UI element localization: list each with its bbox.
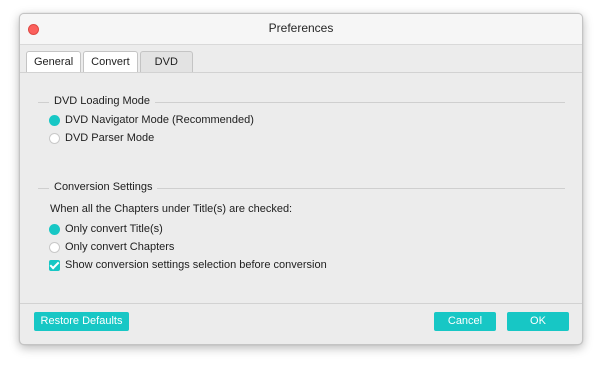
tab-bar: General Convert DVD [26,51,195,73]
tab-convert[interactable]: Convert [83,51,138,73]
conversion-title: Conversion Settings [49,181,158,193]
convert-chapters-label: Only convert Chapters [65,241,175,253]
preferences-window: Preferences General Convert DVD DVD Load… [19,13,583,345]
dvd-navigator-option[interactable]: DVD Navigator Mode (Recommended) [49,114,254,126]
tab-divider [20,72,582,73]
dvd-navigator-label: DVD Navigator Mode (Recommended) [65,114,254,126]
dvd-parser-label: DVD Parser Mode [65,132,155,144]
conversion-prompt: When all the Chapters under Title(s) are… [50,203,293,215]
checkbox-checked-icon[interactable] [49,259,60,271]
dvd-parser-option[interactable]: DVD Parser Mode [49,132,154,144]
tab-general[interactable]: General [26,51,82,73]
convert-titles-option[interactable]: Only convert Title(s) [49,223,163,235]
show-conversion-settings-option[interactable]: Show conversion settings selection befor… [49,259,327,271]
footer-divider [20,303,582,304]
radio-selected-icon[interactable] [49,114,60,126]
radio-unselected-icon[interactable] [49,132,60,144]
ok-button[interactable]: OK [507,312,569,331]
restore-defaults-button[interactable]: Restore Defaults [34,312,129,331]
title-bar: Preferences [20,14,582,45]
window-title: Preferences [268,21,334,35]
show-conversion-settings-label: Show conversion settings selection befor… [65,259,327,271]
radio-selected-icon[interactable] [49,223,60,235]
cancel-button[interactable]: Cancel [434,312,496,331]
convert-titles-label: Only convert Title(s) [65,223,163,235]
convert-chapters-option[interactable]: Only convert Chapters [49,241,174,253]
dvd-loading-title: DVD Loading Mode [49,95,156,107]
tab-dvd[interactable]: DVD [139,51,193,73]
radio-unselected-icon[interactable] [49,241,60,253]
